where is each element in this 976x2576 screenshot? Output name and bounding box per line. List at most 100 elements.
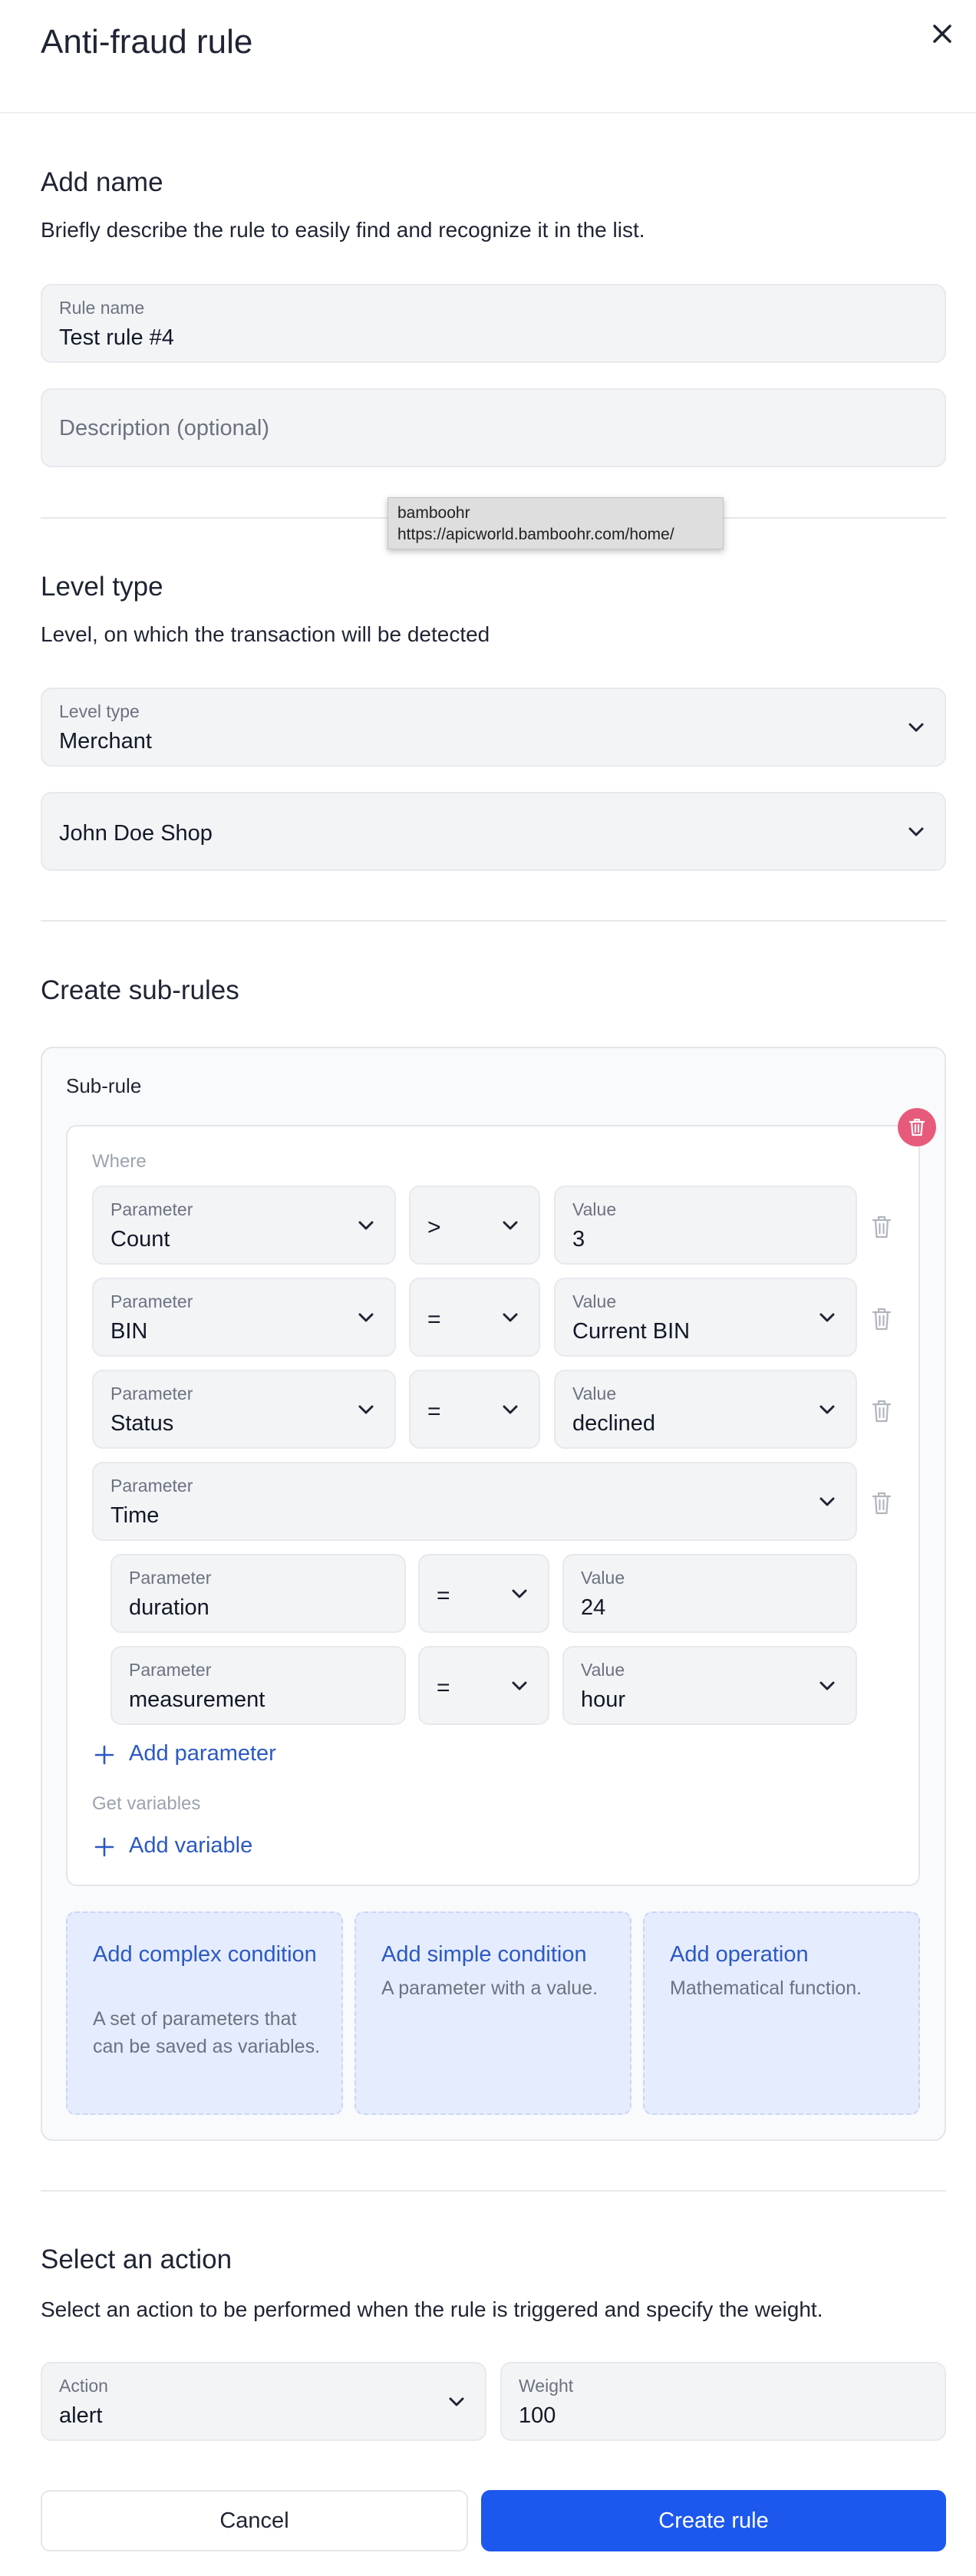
value-select[interactable]: Value declined: [554, 1370, 857, 1449]
tooltip-title: bamboohr: [397, 504, 470, 522]
value-select[interactable]: Value Current BIN: [554, 1278, 857, 1357]
level-type-subtitle: Level, on which the transaction will be …: [41, 622, 490, 646]
parameter-select[interactable]: Parameter Count: [92, 1186, 396, 1265]
cancel-button[interactable]: Cancel: [41, 2490, 468, 2551]
add-simple-condition-card[interactable]: Add simple condition A parameter with a …: [354, 1911, 631, 2115]
value-select[interactable]: Value hour: [562, 1646, 857, 1725]
value-field[interactable]: Value 3: [554, 1186, 857, 1265]
nested-parameter-field[interactable]: Parameter duration: [110, 1554, 406, 1633]
merchant-value: John Doe Shop: [59, 821, 213, 846]
plus-icon: [94, 1745, 114, 1765]
value-label: Value: [581, 1660, 625, 1680]
add-parameter-button[interactable]: Add parameter: [129, 1741, 276, 1766]
chevron-down-icon: [503, 1405, 518, 1413]
card-title: Add simple condition: [381, 1942, 587, 1967]
add-variable-button[interactable]: Add variable: [129, 1833, 252, 1859]
trash-icon[interactable]: [871, 1491, 892, 1516]
operator-select[interactable]: =: [409, 1370, 540, 1449]
operator-value: =: [427, 1399, 441, 1424]
operator-value: =: [427, 1307, 441, 1332]
chevron-down-icon: [512, 1681, 527, 1690]
chevron-down-icon: [503, 1221, 518, 1229]
operator-select[interactable]: =: [418, 1646, 549, 1725]
parameter-value: BIN: [110, 1319, 148, 1344]
chevron-down-icon: [908, 723, 924, 731]
rule-name-label: Rule name: [59, 298, 145, 318]
merchant-select[interactable]: John Doe Shop: [41, 792, 946, 871]
parameter-value: Count: [110, 1227, 170, 1252]
chevron-down-icon: [819, 1681, 835, 1690]
parameter-label: Parameter: [129, 1568, 212, 1588]
chevron-down-icon: [908, 827, 924, 836]
trash-icon[interactable]: [871, 1307, 892, 1331]
page-title: Anti-fraud rule: [41, 23, 253, 61]
weight-label: Weight: [519, 2376, 574, 2396]
divider: [41, 920, 946, 922]
operator-select[interactable]: =: [418, 1554, 549, 1633]
add-name-heading: Add name: [41, 167, 163, 197]
parameter-value: duration: [129, 1595, 209, 1620]
level-type-value: Merchant: [59, 729, 152, 754]
value-value: Current BIN: [572, 1319, 691, 1344]
level-type-select[interactable]: Level type Merchant: [41, 688, 946, 767]
weight-field[interactable]: Weight 100: [500, 2362, 946, 2441]
operator-select[interactable]: >: [409, 1186, 540, 1265]
chevron-down-icon: [503, 1313, 518, 1321]
close-icon[interactable]: [927, 18, 958, 49]
parameter-select[interactable]: Parameter Status: [92, 1370, 396, 1449]
modal-header: Anti-fraud rule: [0, 0, 976, 114]
chevron-down-icon: [819, 1313, 835, 1321]
action-value: alert: [59, 2403, 103, 2428]
description-field[interactable]: Description (optional): [41, 388, 946, 467]
action-label: Action: [59, 2376, 108, 2396]
select-action-subtitle: Select an action to be performed when th…: [41, 2297, 823, 2321]
card-title: Add complex condition: [93, 1942, 317, 1967]
value-label: Value: [572, 1199, 617, 1219]
sub-rule-title: Sub-rule: [66, 1074, 142, 1097]
value-field[interactable]: Value 24: [562, 1554, 857, 1633]
value-value: 24: [581, 1595, 606, 1620]
card-description: A parameter with a value.: [381, 1977, 598, 1999]
where-label: Where: [92, 1151, 147, 1172]
operator-select[interactable]: =: [409, 1278, 540, 1357]
parameter-value: Status: [110, 1411, 174, 1436]
level-type-label: Level type: [59, 701, 140, 721]
chevron-down-icon: [358, 1405, 374, 1413]
action-select[interactable]: Action alert: [41, 2362, 486, 2441]
trash-icon: [908, 1118, 925, 1136]
parameter-label: Parameter: [110, 1384, 193, 1403]
level-type-heading: Level type: [41, 572, 163, 602]
parameter-value: Time: [110, 1503, 160, 1528]
trash-icon[interactable]: [871, 1215, 892, 1239]
chevron-down-icon: [819, 1405, 835, 1413]
chevron-down-icon: [358, 1221, 374, 1229]
browser-tooltip: bamboohr https://apicworld.bamboohr.com/…: [387, 497, 724, 549]
value-label: Value: [572, 1384, 617, 1403]
card-description: A set of parameters that can be saved as…: [93, 2008, 321, 2057]
value-value: declined: [572, 1411, 656, 1436]
parameter-select[interactable]: Parameter Time: [92, 1462, 857, 1541]
rule-name-field[interactable]: Rule name Test rule #4: [41, 284, 946, 363]
add-operation-card[interactable]: Add operation Mathematical function.: [643, 1911, 920, 2115]
trash-icon[interactable]: [871, 1399, 892, 1423]
operator-value: >: [427, 1215, 441, 1240]
get-variables-label: Get variables: [92, 1793, 201, 1814]
parameter-select[interactable]: Parameter BIN: [92, 1278, 396, 1357]
tooltip-url: https://apicworld.bamboohr.com/home/: [397, 526, 674, 543]
parameter-label: Parameter: [110, 1291, 193, 1311]
rule-name-value: Test rule #4: [59, 325, 174, 350]
add-complex-condition-card[interactable]: Add complex condition A set of parameter…: [66, 1911, 343, 2115]
create-rule-button[interactable]: Create rule: [481, 2490, 946, 2551]
parameter-label: Parameter: [110, 1199, 193, 1219]
add-name-subtitle: Briefly describe the rule to easily find…: [41, 218, 645, 242]
value-value: 3: [572, 1227, 585, 1252]
delete-sub-rule-button[interactable]: [898, 1108, 936, 1146]
value-label: Value: [572, 1291, 617, 1311]
divider: [41, 2190, 946, 2192]
chevron-down-icon: [449, 2397, 464, 2406]
select-action-heading: Select an action: [41, 2245, 232, 2274]
value-label: Value: [581, 1568, 625, 1588]
nested-parameter-field[interactable]: Parameter measurement: [110, 1646, 406, 1725]
chevron-down-icon: [512, 1589, 527, 1598]
operator-value: =: [437, 1675, 450, 1700]
